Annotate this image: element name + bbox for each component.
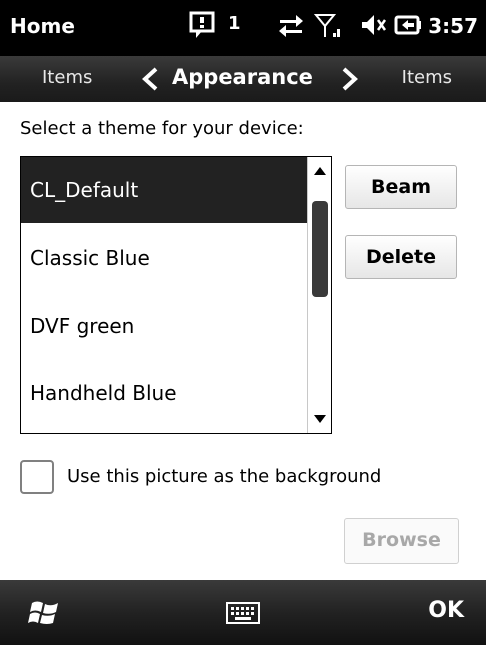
data-connection-icon[interactable] [276,10,306,44]
theme-prompt: Select a theme for your device: [20,118,304,139]
theme-list[interactable]: CL_Default Classic Blue DVF green Handhe… [20,156,332,434]
chevron-right-icon[interactable] [340,66,360,96]
notification-count: 1 [228,13,241,34]
theme-list-item[interactable]: Handheld Blue [21,360,307,426]
signal-icon[interactable] [313,10,341,44]
tab-bar: Items Appearance Items [0,56,486,102]
volume-muted-icon[interactable] [358,10,388,44]
appearance-panel: Select a theme for your device: CL_Defau… [0,102,486,580]
tab-previous[interactable]: Items [42,67,92,88]
background-checkbox-label[interactable]: Use this picture as the background [67,466,381,487]
chevron-left-icon[interactable] [140,66,160,96]
windows-start-icon[interactable] [28,597,62,633]
theme-list-item[interactable]: DVF green [21,293,307,359]
status-bar: Home 1 3:57 [0,0,486,56]
tab-next[interactable]: Items [402,67,452,88]
keyboard-icon[interactable] [226,602,260,628]
theme-list-scrollbar[interactable] [307,157,331,433]
browse-button[interactable]: Browse [344,518,459,564]
scroll-down-arrow-icon[interactable] [314,415,326,423]
scroll-up-arrow-icon[interactable] [314,167,326,175]
theme-list-item[interactable]: Classic Blue [21,225,307,291]
clock[interactable]: 3:57 [428,14,478,38]
background-checkbox[interactable] [20,460,54,494]
delete-button[interactable]: Delete [345,235,457,279]
softkey-bar: OK [0,580,486,645]
battery-charging-icon[interactable] [393,10,423,44]
tab-current: Appearance [172,65,313,89]
status-title: Home [10,14,75,38]
beam-button[interactable]: Beam [345,165,457,209]
notification-icon[interactable] [188,10,216,44]
ok-softkey[interactable]: OK [428,598,464,623]
scroll-thumb[interactable] [312,201,328,297]
theme-list-item[interactable]: CL_Default [21,157,307,223]
